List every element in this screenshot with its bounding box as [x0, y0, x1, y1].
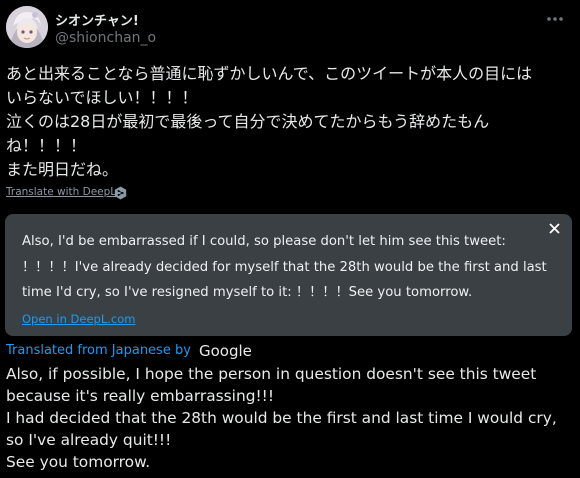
open-in-deepl-link[interactable]: Open in DeepL.com: [22, 312, 135, 326]
deepl-translation-panel: Also, I'd be embarrassed if I could, so …: [5, 214, 572, 336]
user-handle[interactable]: @shionchan_o: [55, 30, 156, 46]
deepl-text-line: Also, I'd be embarrassed if I could, so …: [22, 234, 506, 249]
more-options-button[interactable]: [544, 8, 566, 28]
translation-line: I had decided that the 28th would be the…: [6, 409, 557, 427]
translate-with-deepl-link[interactable]: Translate with DeepL: [6, 186, 116, 198]
deepl-text-line: time I'd cry, so I've resigned myself to…: [22, 285, 473, 300]
tweet-text-line: いらないでほしい！！！！: [6, 88, 198, 107]
translation-line: so I've already quit!!!: [6, 431, 172, 449]
tweet-text-line: ね！！！！: [6, 136, 87, 155]
more-horizontal-icon: [547, 16, 563, 21]
translated-tweet-text: Also, if possible, I hope the person in …: [6, 363, 574, 473]
deepl-text-line: ！！！！I've already decided for myself that…: [22, 259, 547, 275]
avatar-image: [6, 6, 48, 48]
translation-line: because it's really embarrassing!!!: [6, 387, 274, 405]
tweet-header: シオンチャン! @shionchan_o: [6, 6, 580, 50]
avatar[interactable]: [6, 6, 48, 48]
display-name[interactable]: シオンチャン!: [55, 10, 139, 29]
deepl-icon: [114, 186, 127, 200]
translated-by-attribution[interactable]: Translated from Japanese by Google: [6, 340, 252, 360]
tweet-text: あと出来ることなら普通に恥ずかしいんで、このツイートが本人の目には いらないでほ…: [6, 62, 574, 182]
deepl-translation-text: Also, I'd be embarrassed if I could, so …: [22, 229, 552, 306]
google-logo: Google: [199, 341, 252, 360]
tweet-text-line: また明日だね。: [6, 160, 119, 179]
translated-from-label: Translated from Japanese by: [6, 343, 191, 358]
tweet-text-line: あと出来ることなら普通に恥ずかしいんで、このツイートが本人の目には: [6, 64, 533, 83]
translation-line: Also, if possible, I hope the person in …: [6, 365, 537, 383]
translation-line: See you tomorrow.: [6, 453, 151, 471]
tweet-text-line: 泣くのは28日が最初で最後って自分で決めてたからもう辞めたもん: [6, 112, 490, 131]
